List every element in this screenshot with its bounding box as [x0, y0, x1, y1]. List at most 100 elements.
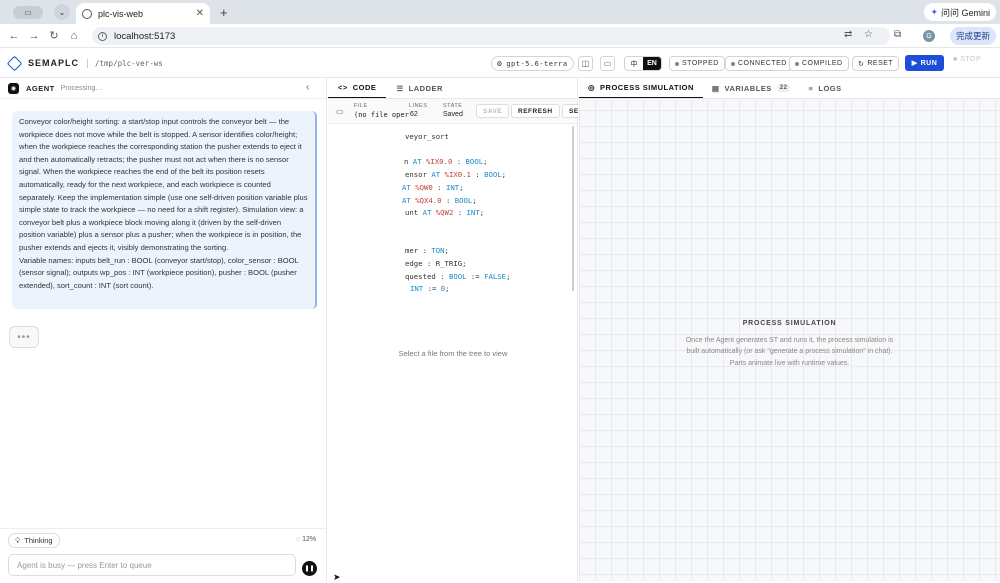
- code-token: :: [432, 182, 446, 192]
- simulation-tabs: ◎ PROCESS SIMULATION ▤ VARIABLES 22 ≡ LO…: [579, 78, 1000, 99]
- code-token: unt: [405, 208, 423, 218]
- browser-toolbar: ← → ↻ ⌂ i localhost:5173 ⇄ ☆ ⧉ G 完成更新: [0, 24, 1000, 48]
- simulation-title: PROCESS SIMULATION: [742, 320, 837, 327]
- thinking-toggle[interactable]: 💡︎ Thinking: [8, 533, 60, 548]
- tab-sim-label: PROCESS SIMULATION: [600, 83, 694, 92]
- code-token: %IX0.0: [425, 157, 453, 167]
- file-value: (no file oper: [354, 111, 409, 119]
- layout-toggle-icon[interactable]: ◫: [578, 56, 593, 71]
- run-button[interactable]: ▶ RUN: [905, 55, 944, 71]
- code-scrollbar[interactable]: [572, 126, 574, 291]
- code-token: :: [470, 170, 485, 180]
- state-value: Saved: [443, 111, 463, 118]
- new-tab-button[interactable]: +: [220, 5, 228, 20]
- refresh-button[interactable]: REFRESH: [511, 104, 560, 118]
- code-token: :: [453, 208, 467, 218]
- browser-tab-strip: ▭ ⌄ plc-vis-web ✕ + ✦ 问问 Gemini: [0, 0, 1000, 24]
- tab-variables[interactable]: ▤ VARIABLES 22: [703, 78, 800, 98]
- status-dot-icon: [795, 61, 799, 66]
- code-token: AT: [402, 182, 416, 192]
- tab-ladder[interactable]: ☰ LADDER: [386, 78, 452, 98]
- update-button[interactable]: 完成更新: [949, 27, 996, 45]
- code-token: quested :: [405, 271, 449, 281]
- lang-en-button[interactable]: EN: [643, 57, 661, 70]
- tab-logs-label: LOGS: [818, 83, 842, 93]
- gear-icon: ⚙: [497, 59, 503, 68]
- agent-icon: ◉: [8, 82, 19, 94]
- code-line: AT %QX4.0 : BOOL;: [402, 196, 477, 205]
- code-token: %QW2: [435, 208, 454, 218]
- code-line: unt AT %QW2 : INT;: [405, 208, 484, 217]
- tab-vars-label: VARIABLES: [724, 83, 772, 93]
- code-editor[interactable]: veyor_sortn AT %IX0.0 : BOOL; ensor AT %I…: [328, 125, 574, 335]
- code-token: INT: [445, 182, 460, 192]
- tab-logs[interactable]: ≡ LOGS: [799, 78, 850, 98]
- lang-zh-button[interactable]: 中: [625, 57, 643, 70]
- tab-process-simulation[interactable]: ◎ PROCESS SIMULATION: [579, 78, 703, 98]
- browser-tab-title: plc-vis-web: [98, 8, 144, 19]
- extensions-icon[interactable]: ⧉: [894, 29, 901, 40]
- file-label: FILE: [354, 103, 368, 109]
- tab-code[interactable]: <> CODE: [328, 78, 387, 98]
- simulation-panel: ◎ PROCESS SIMULATION ▤ VARIABLES 22 ≡ LO…: [579, 78, 1000, 581]
- code-token: ;: [459, 182, 464, 192]
- forward-icon[interactable]: →: [24, 30, 44, 42]
- reset-label: RESET: [867, 60, 894, 67]
- thinking-label: Thinking: [24, 536, 53, 545]
- site-info-icon[interactable]: i: [98, 31, 107, 41]
- save-button[interactable]: SAVE: [476, 104, 510, 118]
- collapse-panel-icon[interactable]: ‹: [306, 82, 309, 93]
- status-compiled-label: COMPILED: [802, 60, 843, 67]
- tab-search-chevron-icon[interactable]: ⌄: [54, 4, 70, 20]
- code-token: %IX0.1: [444, 170, 471, 180]
- model-selector[interactable]: ⚙ gpt-5.6-terra: [491, 56, 574, 71]
- code-token: INT: [410, 284, 424, 294]
- stop-label: STOP: [960, 56, 982, 63]
- folder-icon[interactable]: ▭: [336, 107, 344, 116]
- panel-toggle-icon[interactable]: ▭: [600, 56, 615, 71]
- code-token: AT: [402, 195, 416, 205]
- profile-avatar[interactable]: G: [923, 30, 935, 42]
- gemini-button[interactable]: ✦ 问问 Gemini: [924, 3, 996, 21]
- code-token: BOOL: [448, 271, 467, 281]
- status-stopped-label: STOPPED: [682, 60, 719, 67]
- user-message: Conveyor color/height sorting: a start/s…: [12, 111, 317, 309]
- bookmark-star-icon[interactable]: ☆: [864, 29, 873, 40]
- code-token: ;: [445, 284, 450, 294]
- translate-icon[interactable]: ⇄: [844, 29, 852, 40]
- url-bar[interactable]: i localhost:5173: [92, 27, 890, 45]
- close-tab-icon[interactable]: ✕: [196, 8, 204, 19]
- home-icon[interactable]: ⌂: [64, 30, 84, 42]
- stop-icon: ■: [953, 56, 958, 63]
- stop-button[interactable]: ■ STOP: [953, 56, 981, 63]
- code-token: edge : R_TRIG;: [405, 259, 467, 268]
- list-icon: ≡: [808, 83, 814, 93]
- file-info-bar: ▭ FILE (no file oper LINES 62 STATE Save…: [328, 99, 585, 124]
- code-token: AT: [422, 208, 436, 218]
- code-token: BOOL: [454, 195, 473, 205]
- code-token: %QX4.0: [415, 195, 442, 205]
- pause-button[interactable]: ❚❚: [302, 561, 317, 576]
- back-icon[interactable]: ←: [4, 30, 24, 42]
- app-header: SEMAPLC /tmp/plc-ver-ws ⚙ gpt-5.6-terra …: [0, 49, 1000, 78]
- status-dot-icon: [731, 61, 735, 66]
- chat-input[interactable]: Agent is busy — press Enter to queue: [8, 554, 296, 576]
- agent-panel: ◉ AGENT Processing… ‹ Conveyor color/hei…: [0, 78, 327, 581]
- lines-value: 62: [410, 111, 418, 118]
- tab-group-button[interactable]: ▭: [13, 5, 43, 19]
- reload-icon[interactable]: ↻: [44, 29, 64, 42]
- code-brackets-icon: <>: [338, 83, 348, 92]
- reset-icon: ↻: [858, 60, 865, 68]
- code-token: veyor_sort: [405, 132, 449, 141]
- lightbulb-icon: 💡︎: [15, 535, 21, 545]
- status-stopped-badge: STOPPED: [669, 56, 725, 71]
- agent-header: ◉ AGENT Processing…: [0, 78, 326, 99]
- code-token: :=: [466, 271, 485, 281]
- sparkle-icon: ✦: [930, 6, 938, 17]
- spinner-icon: ◌: [296, 536, 301, 543]
- browser-tab[interactable]: plc-vis-web ✕: [76, 3, 210, 24]
- code-line: ensor AT %IX0.1 : BOOL;: [405, 170, 506, 179]
- reset-button[interactable]: ↻ RESET: [852, 56, 900, 71]
- code-token: n: [404, 157, 413, 167]
- brand-name: SEMAPLC: [28, 58, 80, 68]
